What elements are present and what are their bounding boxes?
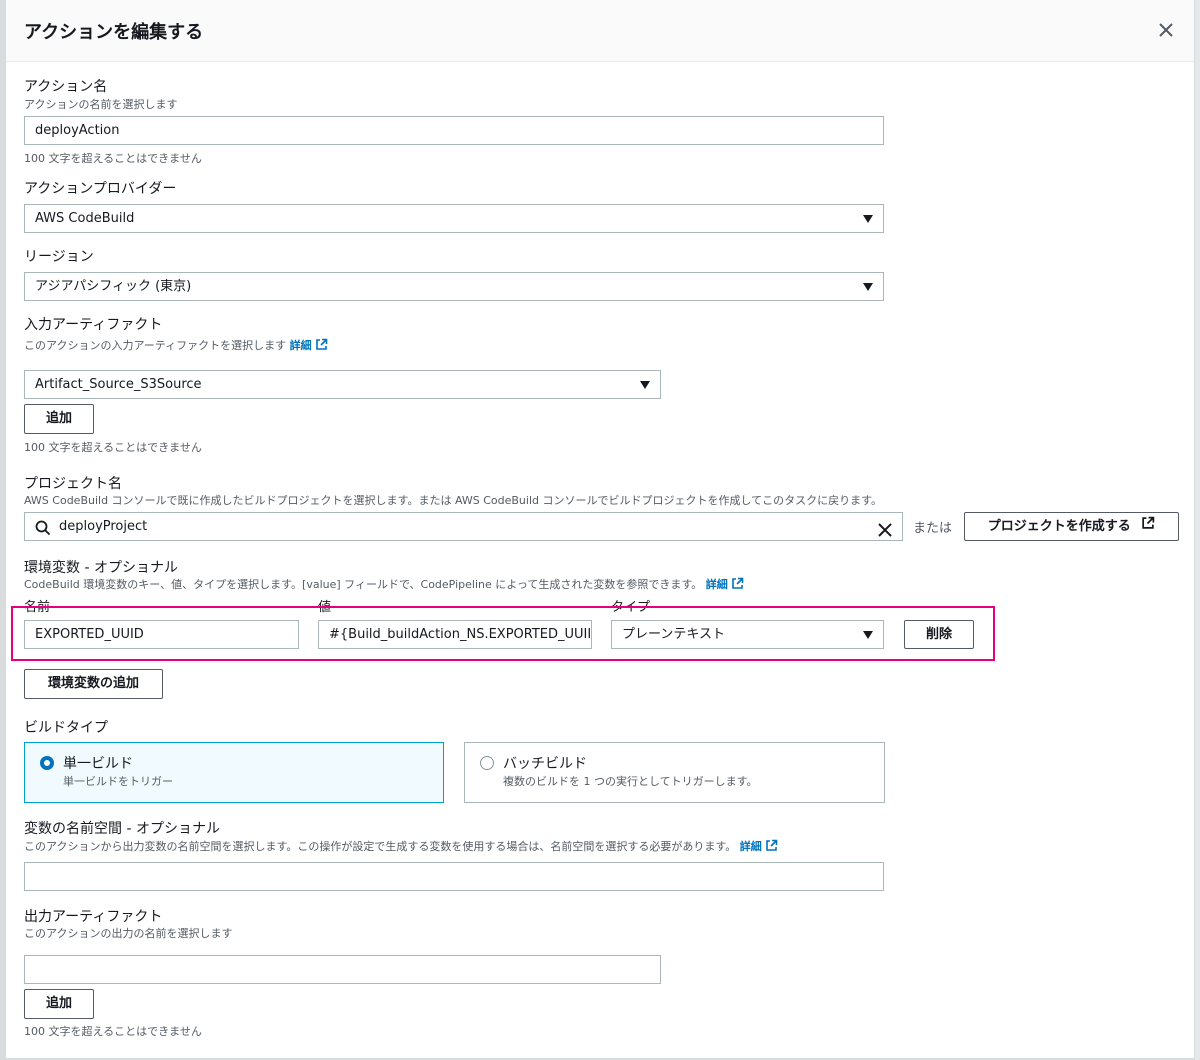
env-vars-description: CodeBuild 環境変数のキー、値、タイプを選択します。[value] フィ… xyxy=(24,576,744,593)
variable-namespace-input[interactable] xyxy=(24,862,884,891)
batch-build-option[interactable]: バッチビルド 複数のビルドを 1 つの実行としてトリガーします。 xyxy=(464,742,885,803)
env-var-value-input[interactable]: #{Build_buildAction_NS.EXPORTED_UUII xyxy=(318,620,592,649)
action-name-input[interactable]: deployAction xyxy=(24,116,884,145)
variable-namespace-description: このアクションから出力変数の名前空間を選択します。この操作が設定で生成する変数を… xyxy=(24,838,778,855)
region-value: アジアパシフィック (東京) xyxy=(35,279,192,294)
delete-env-var-button[interactable]: 削除 xyxy=(904,620,974,649)
external-link-icon[interactable] xyxy=(731,577,744,593)
project-search-input[interactable]: deployProject xyxy=(24,512,903,541)
output-artifacts-description: このアクションの出力の名前を選択します xyxy=(24,927,233,940)
modal-header: アクションを編集する xyxy=(6,0,1194,62)
env-var-type-select[interactable]: プレーンテキスト xyxy=(611,620,884,649)
output-artifacts-label: 出力アーティファクト xyxy=(24,909,163,925)
variable-namespace-label: 変数の名前空間 - オプショナル xyxy=(24,821,220,837)
env-vars-learn-more-link[interactable]: 詳細 xyxy=(706,578,728,591)
caret-down-icon xyxy=(863,283,873,291)
region-label: リージョン xyxy=(24,249,94,265)
output-artifact-input[interactable] xyxy=(24,955,661,984)
variable-namespace-description-text: このアクションから出力変数の名前空間を選択します。この操作が設定で生成する変数を… xyxy=(24,840,737,853)
env-var-type-value: プレーンテキスト xyxy=(622,627,725,642)
caret-down-icon xyxy=(863,215,873,223)
batch-build-description: 複数のビルドを 1 つの実行としてトリガーします。 xyxy=(503,775,758,788)
external-link-icon[interactable] xyxy=(765,839,778,855)
action-provider-value: AWS CodeBuild xyxy=(35,211,135,226)
single-build-title: 単一ビルド xyxy=(63,756,133,772)
external-link-icon[interactable] xyxy=(315,338,328,354)
input-artifacts-constraint: 100 文字を超えることはできません xyxy=(24,441,202,454)
env-vars-label: 環境変数 - オプショナル xyxy=(24,560,178,576)
action-name-constraint: 100 文字を超えることはできません xyxy=(24,152,202,165)
batch-build-title: バッチビルド xyxy=(503,756,587,772)
caret-down-icon xyxy=(640,381,650,389)
input-artifact-select[interactable]: Artifact_Source_S3Source xyxy=(24,370,661,399)
clear-icon[interactable] xyxy=(878,520,892,540)
edit-action-modal: アクションを編集する アクション名 アクションの名前を選択します deployA… xyxy=(5,0,1195,1058)
action-name-label: アクション名 xyxy=(24,79,108,95)
close-icon[interactable] xyxy=(1156,20,1176,40)
input-artifacts-description: このアクションの入力アーティファクトを選択します 詳細 xyxy=(24,337,328,354)
radio-checked-icon[interactable] xyxy=(40,756,54,770)
add-input-artifact-button[interactable]: 追加 xyxy=(24,404,94,434)
add-env-var-button[interactable]: 環境変数の追加 xyxy=(24,669,163,699)
project-name-label: プロジェクト名 xyxy=(24,476,122,492)
project-name-description: AWS CodeBuild コンソールで既に作成したビルドプロジェクトを選択しま… xyxy=(24,494,883,507)
env-vars-description-text: CodeBuild 環境変数のキー、値、タイプを選択します。[value] フィ… xyxy=(24,578,703,591)
build-type-label: ビルドタイプ xyxy=(24,720,108,736)
project-search-value: deployProject xyxy=(59,519,148,534)
caret-down-icon xyxy=(863,631,873,639)
single-build-option[interactable]: 単一ビルド 単一ビルドをトリガー xyxy=(24,742,444,803)
output-artifacts-constraint: 100 文字を超えることはできません xyxy=(24,1025,202,1038)
action-provider-select[interactable]: AWS CodeBuild xyxy=(24,204,884,233)
create-project-button[interactable]: プロジェクトを作成する xyxy=(964,512,1179,541)
action-name-description: アクションの名前を選択します xyxy=(24,98,178,111)
input-artifact-value: Artifact_Source_S3Source xyxy=(35,377,202,392)
modal-title: アクションを編集する xyxy=(24,22,204,43)
input-artifacts-description-text: このアクションの入力アーティファクトを選択します xyxy=(24,339,287,352)
radio-unchecked-icon[interactable] xyxy=(480,756,494,770)
add-output-artifact-button[interactable]: 追加 xyxy=(24,989,94,1019)
or-text: または xyxy=(913,521,953,536)
env-var-name-input[interactable]: EXPORTED_UUID xyxy=(24,620,299,649)
single-build-description: 単一ビルドをトリガー xyxy=(63,775,173,788)
input-artifacts-learn-more-link[interactable]: 詳細 xyxy=(290,339,312,352)
region-select[interactable]: アジアパシフィック (東京) xyxy=(24,272,884,301)
create-project-label: プロジェクトを作成する xyxy=(987,519,1131,534)
scrollbar-track[interactable] xyxy=(1195,0,1200,1060)
action-provider-label: アクションプロバイダー xyxy=(24,181,177,197)
input-artifacts-label: 入力アーティファクト xyxy=(24,317,163,333)
search-icon xyxy=(35,519,51,540)
external-link-icon xyxy=(1141,513,1155,540)
variable-namespace-learn-more-link[interactable]: 詳細 xyxy=(740,840,762,853)
